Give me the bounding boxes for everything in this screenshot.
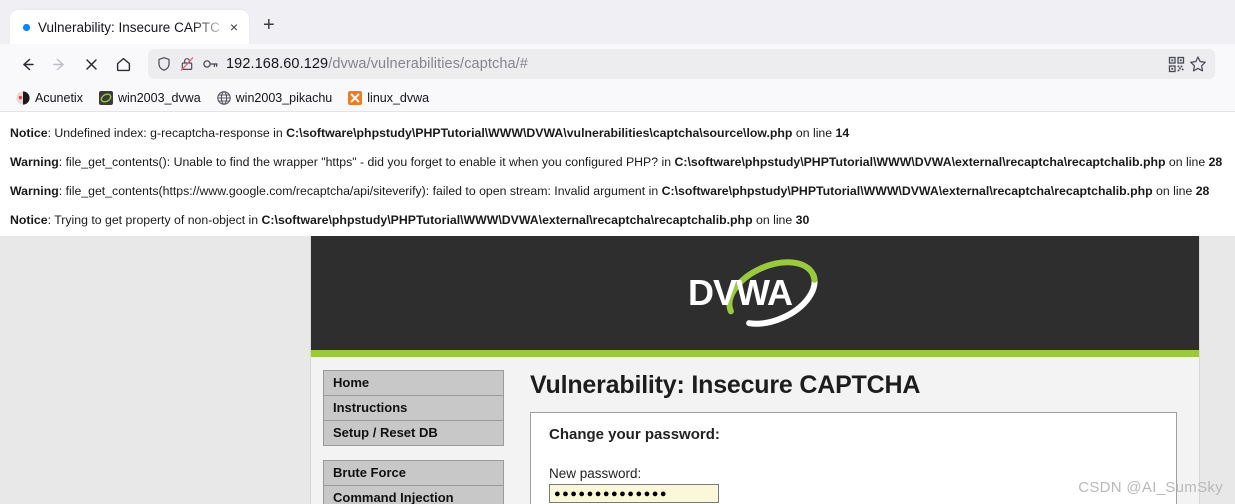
php-error-message: : file_get_contents(): Unable to find th… bbox=[58, 155, 675, 169]
sidebar-item-brute-force[interactable]: Brute Force bbox=[323, 460, 504, 485]
sidebar-item-instructions[interactable]: Instructions bbox=[323, 395, 504, 420]
php-error-tail: on line bbox=[1165, 155, 1209, 169]
new-password-input[interactable]: ●●●●●●●●●●●●●● bbox=[549, 484, 719, 503]
new-tab-button[interactable]: + bbox=[263, 15, 275, 35]
php-error-path: C:\software\phpstudy\PHPTutorial\WWW\DVW… bbox=[661, 184, 1153, 198]
php-error-type: Warning bbox=[10, 184, 59, 198]
browser-tab[interactable]: Vulnerability: Insecure CAPTC × bbox=[10, 10, 250, 44]
close-icon[interactable]: × bbox=[227, 18, 241, 36]
php-error-line-number: 28 bbox=[1195, 184, 1210, 198]
menu-group-general: Home Instructions Setup / Reset DB bbox=[323, 370, 504, 446]
php-error-message: : file_get_contents(https://www.google.c… bbox=[58, 184, 662, 198]
php-error-line: Notice: Undefined index: g-recaptcha-res… bbox=[6, 119, 1229, 148]
key-icon[interactable] bbox=[202, 56, 219, 72]
php-error-path: C:\software\phpstudy\PHPTutorial\WWW\DVW… bbox=[286, 126, 793, 140]
form-heading: Change your password: bbox=[549, 426, 720, 443]
navigation-toolbar: 192.168.60.129/dvwa/vulnerabilities/capt… bbox=[0, 44, 1235, 84]
dvwa-main-content: Vulnerability: Insecure CAPTCHA Change y… bbox=[516, 357, 1199, 504]
php-error-block: Notice: Undefined index: g-recaptcha-res… bbox=[0, 113, 1235, 237]
address-bar[interactable]: 192.168.60.129/dvwa/vulnerabilities/capt… bbox=[148, 49, 1215, 79]
acunetix-icon bbox=[16, 90, 30, 105]
php-error-type: Notice bbox=[10, 126, 48, 140]
bookmark-acunetix[interactable]: Acunetix bbox=[10, 88, 89, 108]
svg-text:DVWA: DVWA bbox=[688, 272, 793, 313]
page-title: Vulnerability: Insecure CAPTCHA bbox=[530, 371, 921, 399]
sidebar-item-setup-reset-db[interactable]: Setup / Reset DB bbox=[323, 420, 504, 446]
bookmark-win2003-pikachu[interactable]: win2003_pikachu bbox=[211, 88, 339, 108]
php-error-line-number: 14 bbox=[835, 126, 850, 140]
url-host: 192.168.60.129 bbox=[226, 56, 329, 72]
bookmark-label: linux_dvwa bbox=[367, 90, 430, 105]
php-error-path: C:\software\phpstudy\PHPTutorial\WWW\DVW… bbox=[261, 213, 753, 227]
qr-code-icon[interactable] bbox=[1168, 56, 1185, 73]
globe-icon bbox=[216, 90, 231, 105]
tab-strip: Vulnerability: Insecure CAPTC × + bbox=[0, 0, 1235, 44]
dvwa-green-divider bbox=[311, 350, 1199, 357]
browser-window: Vulnerability: Insecure CAPTC × + 192.16… bbox=[0, 0, 1235, 504]
php-error-path: C:\software\phpstudy\PHPTutorial\WWW\DVW… bbox=[674, 155, 1166, 169]
shield-icon[interactable] bbox=[156, 56, 172, 72]
loading-dot-icon bbox=[22, 23, 31, 31]
php-error-line-number: 28 bbox=[1208, 155, 1223, 169]
orange-x-icon bbox=[348, 90, 363, 105]
bookmark-label: win2003_pikachu bbox=[235, 90, 333, 105]
arrow-left-icon bbox=[22, 58, 34, 70]
php-error-line: Notice: Trying to get property of non-ob… bbox=[6, 206, 1229, 235]
dvwa-page: DVWA Home Instructions Setup / Reset DB … bbox=[310, 236, 1200, 504]
home-icon bbox=[116, 57, 130, 71]
page-viewport: Notice: Undefined index: g-recaptcha-res… bbox=[0, 113, 1235, 504]
php-error-line: Warning: file_get_contents(https://www.g… bbox=[6, 177, 1229, 206]
php-error-type: Notice bbox=[10, 213, 48, 227]
bookmark-win2003-dvwa[interactable]: win2003_dvwa bbox=[93, 88, 207, 108]
php-error-type: Warning bbox=[10, 155, 59, 169]
close-x-icon bbox=[85, 58, 97, 70]
forward-button[interactable] bbox=[44, 49, 74, 79]
php-error-tail: on line bbox=[1152, 184, 1196, 198]
broken-lock-icon[interactable] bbox=[179, 56, 195, 72]
sidebar-item-home[interactable]: Home bbox=[323, 370, 504, 395]
dvwa-header: DVWA bbox=[311, 236, 1199, 350]
home-button[interactable] bbox=[108, 49, 138, 79]
change-password-box: Change your password: New password: ●●●●… bbox=[530, 412, 1177, 504]
php-error-message: : Trying to get property of non-object i… bbox=[47, 213, 262, 227]
stop-button[interactable] bbox=[76, 49, 106, 79]
dvwa-body: Home Instructions Setup / Reset DB Brute… bbox=[311, 357, 1199, 504]
php-error-line: Warning: file_get_contents(): Unable to … bbox=[6, 148, 1229, 177]
dvwa-icon bbox=[98, 90, 113, 105]
new-password-label: New password: bbox=[549, 466, 642, 481]
menu-group-vulnerabilities: Brute Force Command Injection CSRF bbox=[323, 460, 504, 504]
php-error-tail: on line bbox=[792, 126, 836, 140]
dvwa-logo: DVWA bbox=[660, 257, 850, 329]
sidebar-item-command-injection[interactable]: Command Injection bbox=[323, 485, 504, 504]
php-error-message: : Undefined index: g-recaptcha-response … bbox=[47, 126, 287, 140]
bookmark-linux-dvwa[interactable]: linux_dvwa bbox=[342, 88, 435, 108]
bookmarks-bar: Acunetix win2003_dvwa win2003_pikachu li… bbox=[0, 84, 1235, 112]
arrow-right-icon bbox=[52, 58, 64, 70]
dvwa-sidebar: Home Instructions Setup / Reset DB Brute… bbox=[311, 357, 516, 504]
php-error-tail: on line bbox=[752, 213, 796, 227]
tab-title: Vulnerability: Insecure CAPTC bbox=[38, 19, 220, 35]
bookmark-star-icon[interactable] bbox=[1189, 55, 1207, 73]
bookmark-label: win2003_dvwa bbox=[117, 90, 201, 105]
url-path: /dvwa/vulnerabilities/captcha/# bbox=[328, 56, 528, 72]
bookmark-label: Acunetix bbox=[35, 90, 83, 105]
back-button[interactable] bbox=[12, 49, 42, 79]
url-text[interactable]: 192.168.60.129/dvwa/vulnerabilities/capt… bbox=[226, 56, 528, 72]
php-error-line-number: 30 bbox=[795, 213, 810, 227]
